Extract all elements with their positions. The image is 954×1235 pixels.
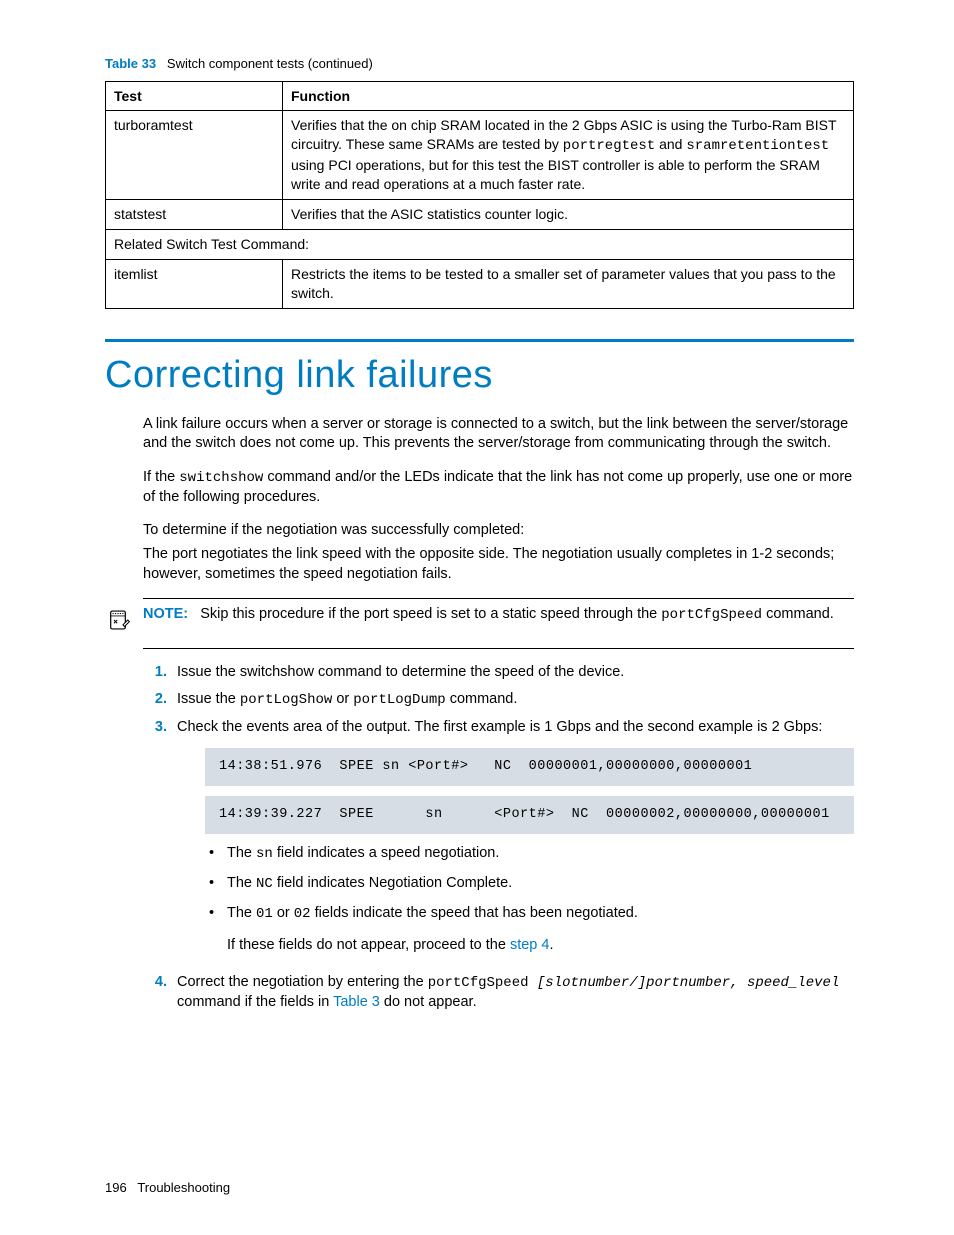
list-item: The sn field indicates a speed negotiati… bbox=[205, 844, 854, 864]
list-item: The NC field indicates Negotiation Compl… bbox=[205, 874, 854, 894]
step-text: Check the events area of the output. The… bbox=[177, 718, 854, 965]
code-block: 14:39:39.227 SPEE sn <Port#> NC 00000002… bbox=[205, 796, 854, 834]
table-3-link[interactable]: Table 3 bbox=[333, 994, 380, 1010]
col-header-test: Test bbox=[106, 81, 283, 111]
list-item: The 01 or 02 fields indicate the speed t… bbox=[205, 904, 854, 955]
table-caption: Table 33 Switch component tests (continu… bbox=[105, 55, 854, 73]
page-number: 196 bbox=[105, 1180, 127, 1195]
section-heading: Correcting link failures bbox=[105, 350, 854, 401]
footer-section: Troubleshooting bbox=[137, 1180, 230, 1195]
cell-function: Restricts the items to be tested to a sm… bbox=[283, 259, 854, 308]
note-bottom-rule bbox=[143, 648, 854, 649]
step-number: 1. bbox=[143, 663, 177, 683]
step-number: 2. bbox=[143, 690, 177, 710]
list-item: 2. Issue the portLogShow or portLogDump … bbox=[143, 690, 854, 710]
table-row: statstest Verifies that the ASIC statist… bbox=[106, 200, 854, 230]
paragraph: If the switchshow command and/or the LED… bbox=[143, 468, 854, 507]
list-item: 1. Issue the switchshow command to deter… bbox=[143, 663, 854, 683]
sub-paragraph: If these fields do not appear, proceed t… bbox=[227, 936, 854, 956]
step-number: 4. bbox=[143, 973, 177, 1012]
paragraph: The port negotiates the link speed with … bbox=[143, 545, 854, 584]
cell-test: turboramtest bbox=[106, 111, 283, 200]
note-block: NOTE: Skip this procedure if the port sp… bbox=[105, 598, 854, 649]
table-number: Table 33 bbox=[105, 56, 156, 71]
cell-function: Verifies that the on chip SRAM located i… bbox=[283, 111, 854, 200]
switch-component-tests-table: Test Function turboramtest Verifies that… bbox=[105, 81, 854, 309]
cell-function: Verifies that the ASIC statistics counte… bbox=[283, 200, 854, 230]
paragraph: A link failure occurs when a server or s… bbox=[143, 415, 854, 454]
step-text: Issue the portLogShow or portLogDump com… bbox=[177, 690, 854, 710]
table-row: turboramtest Verifies that the on chip S… bbox=[106, 111, 854, 200]
note-top-rule bbox=[143, 598, 854, 599]
bullet-list: The sn field indicates a speed negotiati… bbox=[205, 844, 854, 955]
table-row: Related Switch Test Command: bbox=[106, 229, 854, 259]
step-4-link[interactable]: step 4 bbox=[510, 937, 550, 953]
section-divider bbox=[105, 339, 854, 342]
step-text: Issue the switchshow command to determin… bbox=[177, 663, 854, 683]
cell-test: itemlist bbox=[106, 259, 283, 308]
cell-span: Related Switch Test Command: bbox=[106, 229, 854, 259]
note-label: NOTE: bbox=[143, 606, 188, 622]
col-header-function: Function bbox=[283, 81, 854, 111]
note-text: NOTE: Skip this procedure if the port sp… bbox=[143, 605, 854, 625]
page-footer: 196 Troubleshooting bbox=[105, 1179, 230, 1197]
step-number: 3. bbox=[143, 718, 177, 965]
list-item: 4. Correct the negotiation by entering t… bbox=[143, 973, 854, 1012]
table-caption-text: Switch component tests (continued) bbox=[167, 56, 373, 71]
table-header-row: Test Function bbox=[106, 81, 854, 111]
procedure-list: 1. Issue the switchshow command to deter… bbox=[143, 663, 854, 1013]
note-icon bbox=[105, 607, 131, 633]
list-item: 3. Check the events area of the output. … bbox=[143, 718, 854, 965]
step-text: Correct the negotiation by entering the … bbox=[177, 973, 854, 1012]
code-block: 14:38:51.976 SPEE sn <Port#> NC 00000001… bbox=[205, 748, 854, 786]
cell-test: statstest bbox=[106, 200, 283, 230]
paragraph: To determine if the negotiation was succ… bbox=[143, 521, 854, 541]
table-row: itemlist Restricts the items to be teste… bbox=[106, 259, 854, 308]
